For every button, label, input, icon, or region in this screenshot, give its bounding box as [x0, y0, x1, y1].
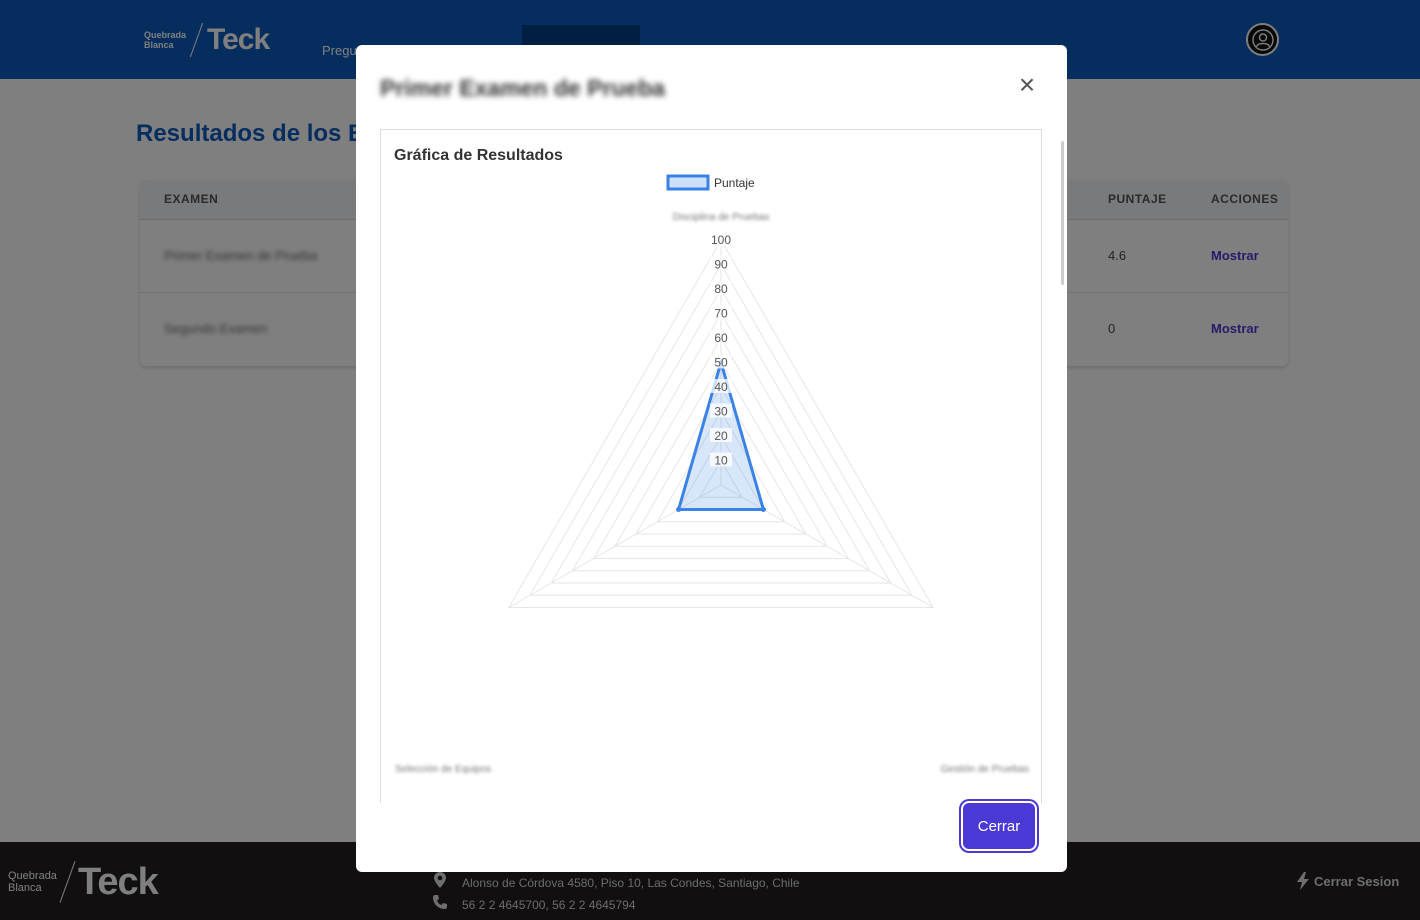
legend-swatch [666, 174, 710, 191]
close-icon[interactable]: × [1012, 71, 1042, 101]
tick-label: 60 [714, 331, 728, 345]
cerrar-button[interactable]: Cerrar [963, 803, 1035, 849]
data-point [676, 507, 682, 512]
results-modal: Primer Examen de Prueba × Gráfica de Res… [356, 45, 1067, 872]
modal-title: Primer Examen de Prueba [380, 75, 666, 101]
category-label: Selección de Equipos [395, 764, 491, 775]
tick-label: 90 [714, 258, 728, 272]
tick-label: 50 [714, 356, 728, 370]
tick-label: 20 [714, 429, 728, 443]
category-label: Gestión de Pruebas [941, 764, 1029, 775]
tick-label: 100 [711, 233, 731, 247]
tick-label: 70 [714, 307, 728, 321]
tick-label: 30 [714, 405, 728, 419]
chart-card: Gráfica de Resultados 10 20 30 40 50 60 70 80 90… [380, 129, 1042, 803]
tick-label: 40 [714, 380, 728, 394]
category-label: Disciplina de Pruebas [673, 212, 770, 223]
data-point [760, 507, 766, 512]
tick-label: 10 [714, 454, 728, 468]
tick-label: 80 [714, 282, 728, 296]
legend-label: Puntaje [714, 176, 755, 190]
radar-chart: 10 20 30 40 50 60 70 80 90 100 Disciplina de Prueb… [395, 174, 1029, 775]
modal-scrollbar[interactable] [1061, 141, 1064, 285]
